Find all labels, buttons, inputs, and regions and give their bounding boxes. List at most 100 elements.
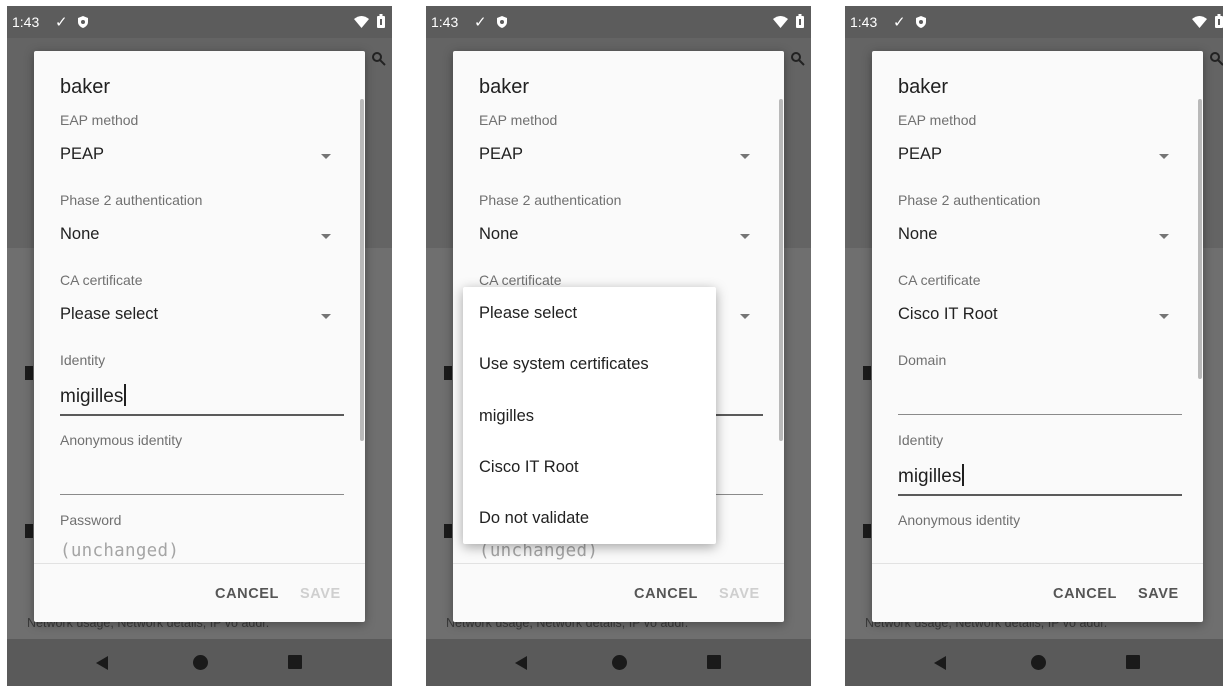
password-input[interactable]: (unchanged) (60, 541, 179, 561)
chevron-down-icon (1159, 234, 1169, 239)
shield-icon (78, 16, 88, 28)
back-icon[interactable] (96, 656, 108, 670)
phone-screen-3: 1:43 ✓ Network usage, Network details, I… (845, 6, 1223, 686)
back-icon[interactable] (515, 656, 527, 670)
save-button[interactable]: SAVE (1138, 586, 1179, 602)
wifi-icon (1192, 16, 1207, 28)
phase2-label: Phase 2 authentication (898, 192, 1041, 208)
dialog-divider (34, 563, 365, 564)
identity-underline (60, 414, 344, 416)
dialog-title: baker (479, 76, 530, 98)
wifi-icon (354, 16, 369, 28)
recents-icon[interactable] (1126, 655, 1140, 669)
ca-certificate-label: CA certificate (898, 272, 981, 288)
chevron-down-icon (1159, 314, 1169, 319)
anonymous-identity-label: Anonymous identity (898, 512, 1021, 528)
dialog-title: baker (898, 76, 949, 98)
dialog-scroll-area[interactable]: baker EAP method PEAP Phase 2 authentica… (34, 51, 365, 563)
recents-icon[interactable] (288, 655, 302, 669)
password-label: Password (60, 512, 122, 528)
search-icon (372, 52, 386, 66)
dialog-divider (872, 563, 1203, 564)
shield-icon (497, 16, 507, 28)
identity-label: Identity (898, 432, 944, 448)
password-input[interactable]: (unchanged) (479, 541, 598, 561)
identity-value: migilles (898, 466, 962, 487)
background-list-icon (25, 366, 33, 380)
eap-method-label: EAP method (60, 112, 139, 128)
status-time: 1:43 (12, 14, 40, 30)
phase2-select[interactable]: None (479, 225, 518, 244)
menu-item-migilles[interactable]: migilles (479, 407, 534, 426)
identity-input[interactable]: migilles (60, 384, 126, 408)
identity-underline (898, 494, 1182, 496)
home-icon[interactable] (612, 655, 627, 670)
chevron-down-icon (740, 314, 750, 319)
battery-icon (796, 14, 804, 28)
eap-method-label: EAP method (898, 112, 977, 128)
search-icon (791, 52, 805, 66)
dialog-divider (453, 563, 784, 564)
status-bar: 1:43 ✓ (7, 6, 392, 38)
text-cursor (962, 464, 964, 486)
background-list-icon (863, 366, 871, 380)
menu-item-do-not-validate[interactable]: Do not validate (479, 509, 589, 528)
status-bar: 1:43 ✓ (845, 6, 1223, 38)
shield-icon (916, 16, 926, 28)
save-button[interactable]: SAVE (719, 586, 760, 602)
ca-certificate-select[interactable]: Cisco IT Root (898, 305, 998, 324)
phone-screen-1: 1:43 ✓ Network usage, Network details, I… (7, 6, 392, 686)
dialog-title: baker (60, 76, 111, 98)
status-time: 1:43 (850, 14, 878, 30)
domain-input[interactable] (898, 414, 1182, 415)
check-icon: ✓ (474, 14, 487, 31)
text-cursor (124, 384, 126, 406)
eap-method-select[interactable]: PEAP (898, 145, 942, 164)
chevron-down-icon (321, 154, 331, 159)
navigation-bar (7, 639, 392, 686)
ca-certificate-label: CA certificate (479, 272, 562, 288)
check-icon: ✓ (55, 14, 68, 31)
background-list-icon (863, 524, 871, 538)
scrollbar[interactable] (1198, 99, 1202, 379)
identity-label: Identity (60, 352, 106, 368)
menu-item-please-select[interactable]: Please select (479, 304, 577, 323)
dialog-scroll-area[interactable]: baker EAP method PEAP Phase 2 authentica… (872, 51, 1203, 563)
eap-method-label: EAP method (479, 112, 558, 128)
check-icon: ✓ (893, 14, 906, 31)
home-icon[interactable] (1031, 655, 1046, 670)
chevron-down-icon (740, 234, 750, 239)
phase2-label: Phase 2 authentication (60, 192, 203, 208)
cancel-button[interactable]: CANCEL (215, 586, 279, 602)
phase2-label: Phase 2 authentication (479, 192, 622, 208)
chevron-down-icon (740, 154, 750, 159)
chevron-down-icon (321, 314, 331, 319)
identity-input[interactable]: migilles (898, 464, 964, 488)
phase2-select[interactable]: None (60, 225, 99, 244)
navigation-bar (845, 639, 1223, 686)
chevron-down-icon (321, 234, 331, 239)
menu-item-use-system-certificates[interactable]: Use system certificates (479, 355, 649, 374)
eap-method-select[interactable]: PEAP (479, 145, 523, 164)
wifi-config-dialog: baker EAP method PEAP Phase 2 authentica… (872, 51, 1203, 622)
save-button[interactable]: SAVE (300, 586, 341, 602)
menu-item-cisco-it-root[interactable]: Cisco IT Root (479, 458, 579, 477)
recents-icon[interactable] (707, 655, 721, 669)
cancel-button[interactable]: CANCEL (634, 586, 698, 602)
home-icon[interactable] (193, 655, 208, 670)
anonymous-identity-label: Anonymous identity (60, 432, 183, 448)
back-icon[interactable] (934, 656, 946, 670)
battery-icon (1215, 14, 1223, 28)
cancel-button[interactable]: CANCEL (1053, 586, 1117, 602)
eap-method-select[interactable]: PEAP (60, 145, 104, 164)
ca-certificate-select[interactable]: Please select (60, 305, 158, 324)
anonymous-identity-input[interactable] (60, 494, 344, 495)
navigation-bar (426, 639, 811, 686)
background-list-icon (444, 524, 452, 538)
domain-label: Domain (898, 352, 947, 368)
background-list-icon (444, 366, 452, 380)
scrollbar[interactable] (779, 99, 783, 441)
scrollbar[interactable] (360, 99, 364, 441)
background-list-icon (25, 524, 33, 538)
phase2-select[interactable]: None (898, 225, 937, 244)
